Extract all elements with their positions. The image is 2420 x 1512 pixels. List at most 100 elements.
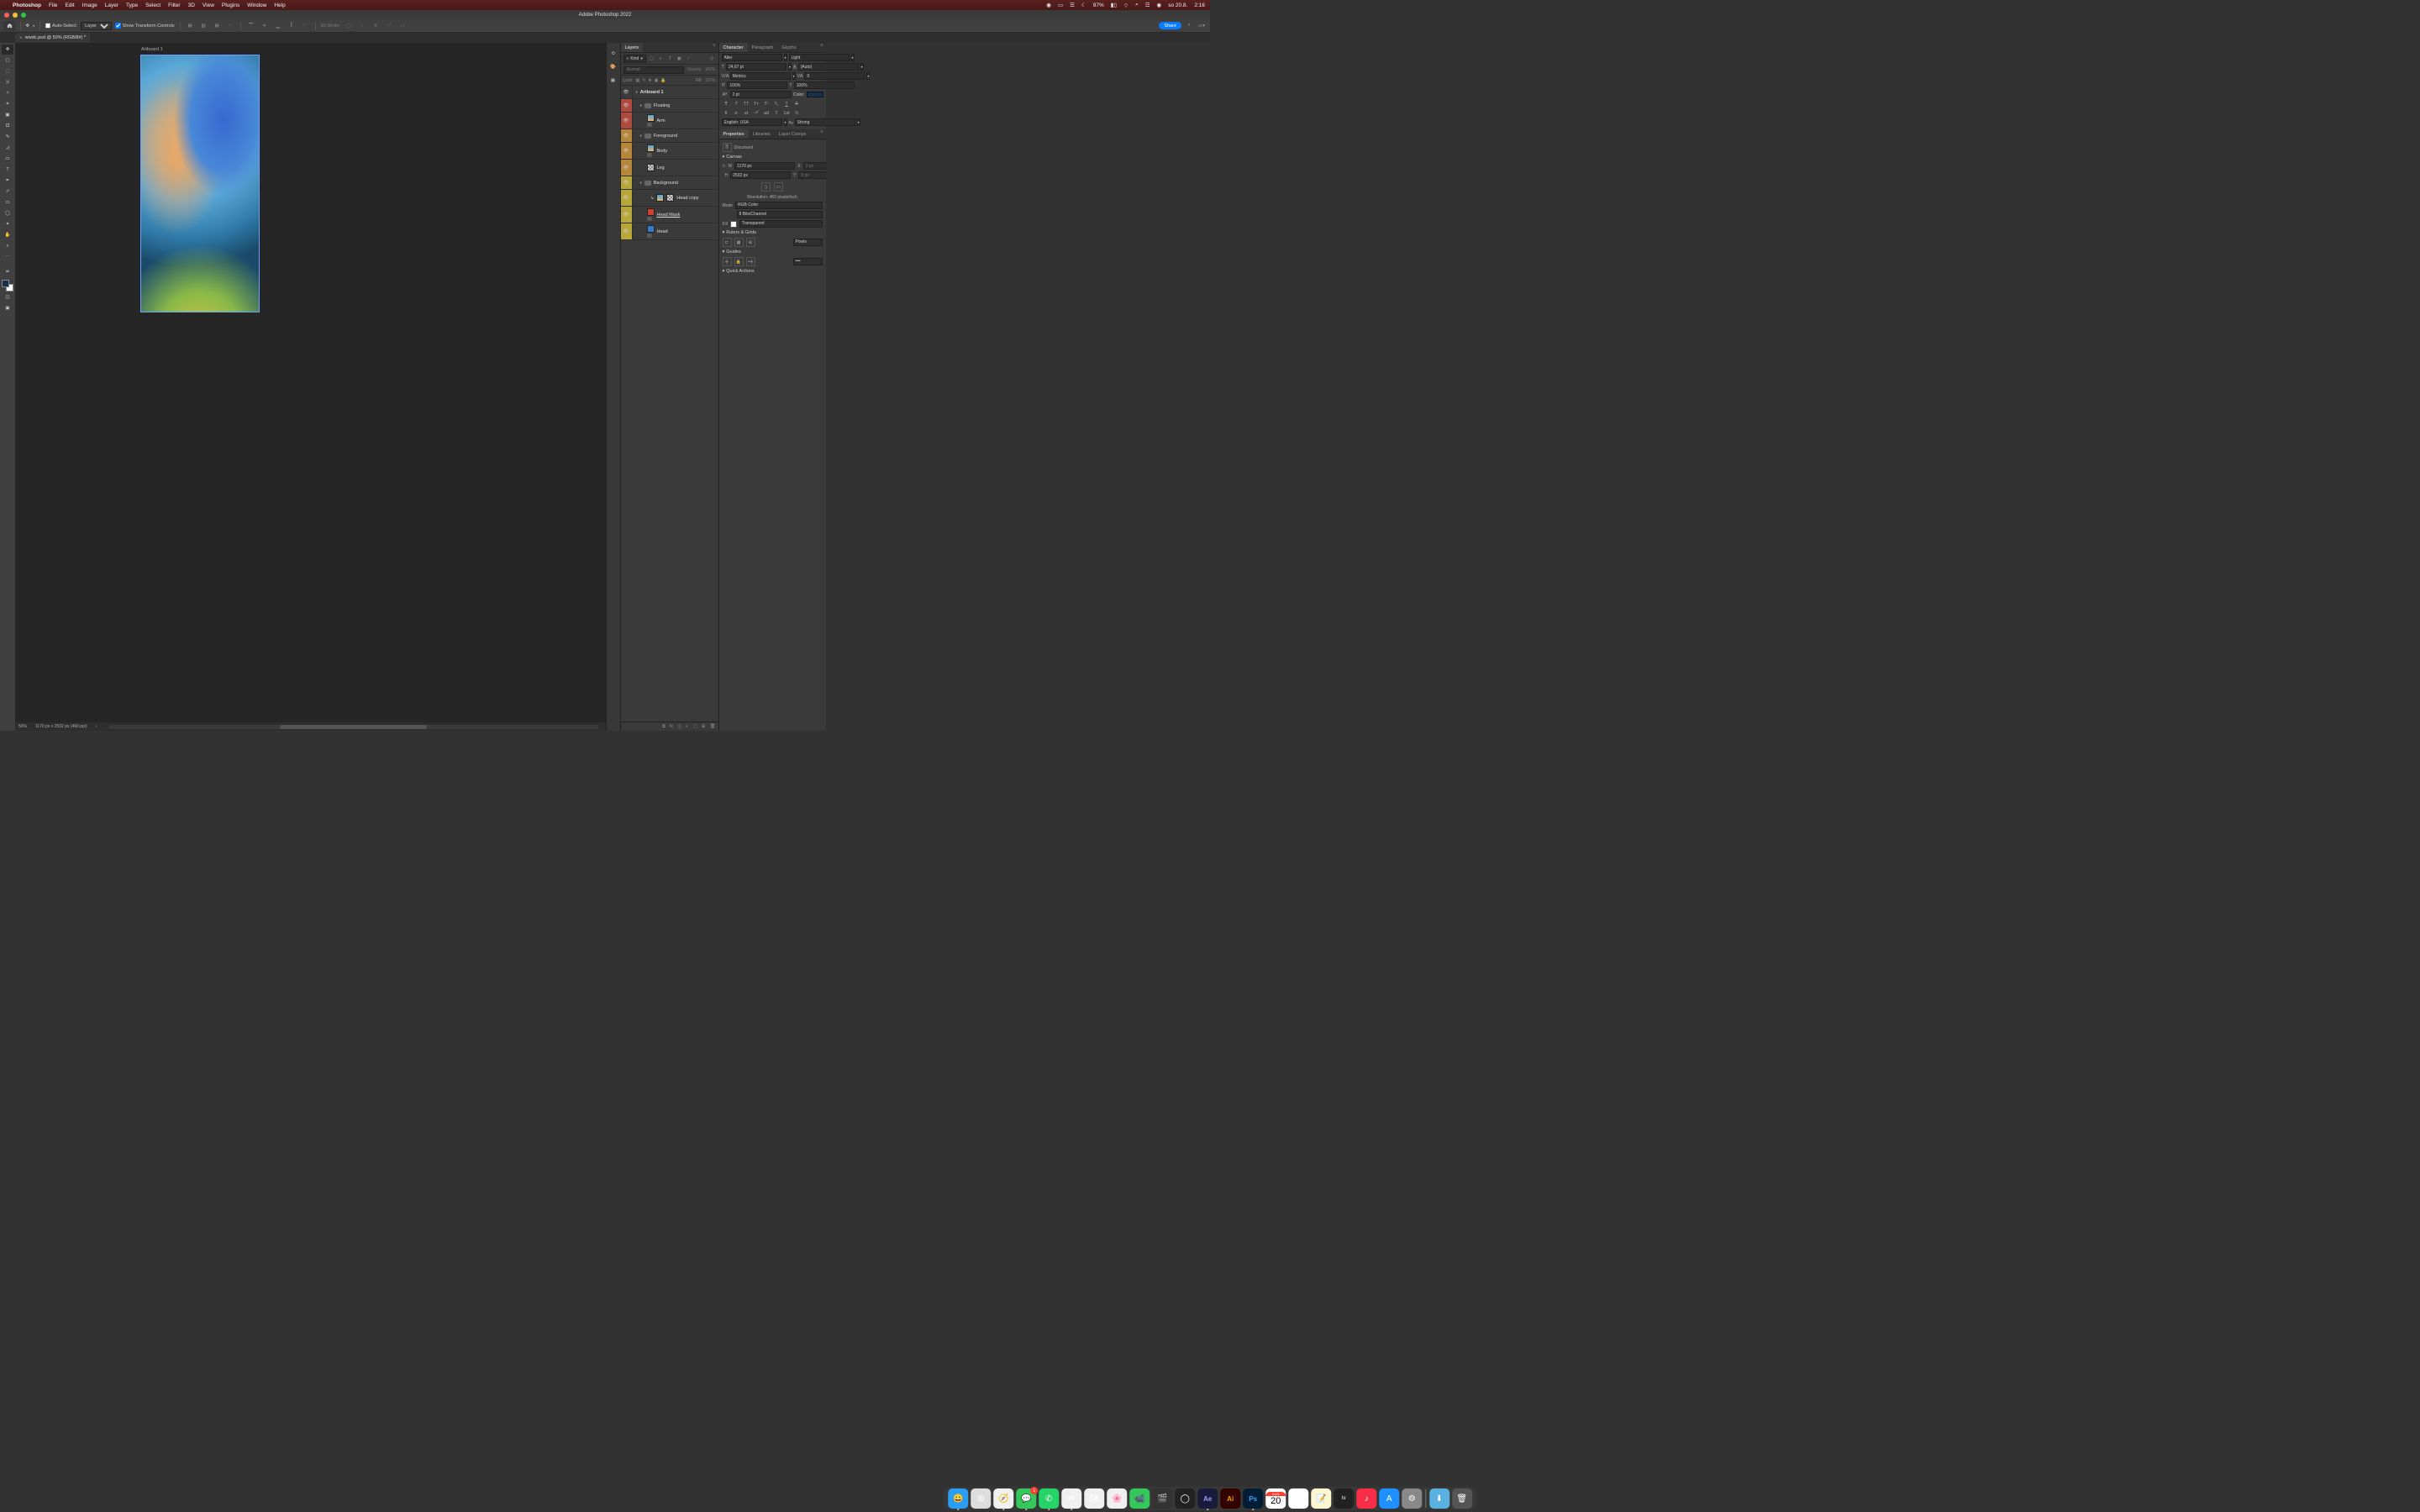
path-select-tool[interactable]: ⬀ — [2, 186, 13, 197]
artboard[interactable] — [140, 55, 260, 312]
layer-row-artboard[interactable]: 👁 ▾ Artboard 1 — [621, 86, 718, 99]
visibility-toggle[interactable]: 👁 — [621, 99, 633, 112]
height-input[interactable] — [730, 171, 791, 179]
window-close[interactable] — [4, 13, 9, 18]
zoom-tool[interactable]: ⌕ — [2, 241, 13, 251]
layer-row-head[interactable]: 👁 ▫Head — [621, 223, 718, 240]
edit-toolbar[interactable]: ⋯ — [2, 252, 13, 262]
dock-trash[interactable]: 🗑 — [1452, 1488, 1472, 1509]
visibility-toggle[interactable]: 👁 — [621, 207, 633, 223]
layer-row-head-mask[interactable]: 👁 ▫Head Mask — [621, 207, 718, 223]
align-more-icon[interactable]: ⋯ — [225, 22, 235, 30]
x-input[interactable] — [803, 162, 826, 170]
layer-row-group-background[interactable]: 👁 ▾Background — [621, 176, 718, 190]
filter-smart-icon[interactable]: ▫ — [685, 55, 692, 62]
menu-3d[interactable]: 3D — [188, 3, 195, 8]
lock-transparency-icon[interactable]: ▦ — [635, 78, 639, 83]
visibility-toggle[interactable]: 👁 — [621, 143, 633, 159]
dock-calendar[interactable]: AUG20 — [1265, 1488, 1286, 1509]
chevron-down-icon[interactable]: ▾ — [860, 63, 864, 71]
chevron-down-icon[interactable]: ▾ — [851, 54, 855, 61]
link-layers-icon[interactable]: ⧉ — [662, 724, 666, 730]
visibility-toggle[interactable]: 👁 — [621, 190, 633, 206]
chevron-down-icon[interactable]: ▾ — [866, 72, 870, 80]
dock-notes[interactable]: 📝 — [1311, 1488, 1331, 1509]
dock-mail[interactable]: ✉ — [1061, 1488, 1081, 1509]
lock-all-icon[interactable]: 🔒 — [660, 78, 666, 83]
guide-color-select[interactable]: ━━ — [793, 258, 823, 265]
workspace-switcher-icon[interactable]: ▭▾ — [1197, 22, 1207, 30]
chevron-down-icon[interactable]: ▾ — [788, 63, 792, 71]
language-select[interactable] — [722, 118, 782, 126]
text-color-swatch[interactable] — [807, 92, 823, 97]
eyedropper-tool[interactable]: ⚀ — [2, 121, 13, 131]
chevron-down-icon[interactable]: ▾ — [792, 72, 796, 80]
dock-tv[interactable]: tv — [1334, 1488, 1354, 1509]
dock-fcp[interactable]: 🎬 — [1152, 1488, 1172, 1509]
cc-icon[interactable]: ◉ — [1046, 2, 1051, 8]
panel-menu-icon[interactable]: ≡ — [818, 43, 825, 52]
dock-messages[interactable]: 💬1 — [1016, 1488, 1036, 1509]
dock-launchpad[interactable]: ⊞ — [971, 1488, 991, 1509]
layer-comps-tab[interactable]: Layer Comps — [775, 129, 811, 139]
lock-pixels-icon[interactable]: ✎ — [642, 78, 645, 83]
align-left-icon[interactable]: ▤ — [185, 22, 195, 30]
date-text[interactable]: so 20.8. — [1168, 3, 1187, 8]
strikethrough-button[interactable]: T — [792, 100, 802, 108]
dock-settings[interactable]: ⚙ — [1402, 1488, 1422, 1509]
font-family-select[interactable] — [722, 54, 782, 61]
moon-icon[interactable]: ☾ — [1081, 2, 1086, 8]
layer-row-body[interactable]: 👁 ▫Body — [621, 143, 718, 160]
blend-mode-select[interactable]: Normal — [623, 66, 685, 74]
allcaps-button[interactable]: TT — [742, 100, 751, 108]
menu-image[interactable]: Image — [82, 3, 97, 8]
shape-tool-rect[interactable]: ▭ — [2, 197, 13, 207]
magic-wand-tool[interactable]: ✧ — [2, 88, 13, 98]
artboard-tool[interactable]: ▢ — [2, 55, 13, 66]
rulers-unit-select[interactable]: Pixels — [793, 239, 823, 246]
more-options-icon[interactable]: ⋯ — [300, 22, 310, 30]
doc-info-chevron-icon[interactable]: › — [96, 724, 97, 729]
half-button[interactable]: ½ — [792, 109, 802, 117]
subscript-button[interactable]: T₁ — [772, 100, 781, 108]
align-center-h-icon[interactable]: ▥ — [198, 22, 208, 30]
filter-toggle-icon[interactable]: ⊙ — [708, 55, 716, 62]
layer-row-head-copy[interactable]: 👁 ↳Head copy — [621, 190, 718, 207]
app-name[interactable]: Photoshop — [13, 3, 41, 8]
align-top-icon[interactable]: ▔ — [246, 22, 256, 30]
zoom-level[interactable]: 50% — [18, 724, 27, 729]
properties-tab[interactable]: Properties — [719, 129, 749, 139]
smallcaps-button[interactable]: Tᴛ — [752, 100, 761, 108]
layer-row-arm[interactable]: 👁 ▫Arm — [621, 113, 718, 129]
home-button[interactable] — [3, 21, 15, 31]
fractions-button[interactable]: 1st — [782, 109, 792, 117]
old-style-button[interactable]: σ — [732, 109, 741, 117]
wifi-icon[interactable]: ⌔ — [1123, 2, 1128, 9]
search-icon[interactable]: ⌕ — [1135, 2, 1139, 8]
close-tab-icon[interactable]: × — [19, 35, 23, 41]
kerning-input[interactable] — [730, 72, 791, 80]
swap-colors-icon[interactable]: ⇄ — [2, 266, 13, 276]
doc-info[interactable]: 1170 px x 2532 px (460 ppi) — [35, 724, 87, 729]
pen-tool[interactable]: ✒ — [2, 176, 13, 186]
visibility-toggle[interactable]: 👁 — [621, 86, 633, 98]
horizontal-scrollbar[interactable] — [108, 725, 598, 729]
custom-shape-tool[interactable]: ✦ — [2, 219, 13, 229]
glyphs-tab[interactable]: Glyphs — [777, 43, 800, 52]
lock-position-icon[interactable]: ✥ — [648, 78, 651, 83]
artboard-label[interactable]: Artboard 1 — [141, 47, 163, 52]
frame-tool[interactable]: ▣ — [2, 110, 13, 120]
dock-appstore[interactable]: A — [1379, 1488, 1399, 1509]
dock-downloads[interactable]: ⬇ — [1429, 1488, 1449, 1509]
history-panel-icon[interactable]: ⟲ — [611, 51, 615, 56]
dock-maps[interactable]: 🗺 — [1084, 1488, 1104, 1509]
hand-tool[interactable]: ✋ — [2, 230, 13, 240]
dock-reminders[interactable]: ☑ — [1288, 1488, 1308, 1509]
vscale-input[interactable] — [727, 81, 787, 89]
titling-button[interactable]: ad — [762, 109, 771, 117]
stacks-icon[interactable]: ☰ — [1070, 2, 1075, 8]
dock-ps[interactable]: Ps — [1243, 1488, 1263, 1509]
dock-whatsapp[interactable]: ✆ — [1039, 1488, 1059, 1509]
menu-file[interactable]: File — [49, 3, 57, 8]
search-docs-icon[interactable]: ⌕ — [1184, 22, 1194, 30]
